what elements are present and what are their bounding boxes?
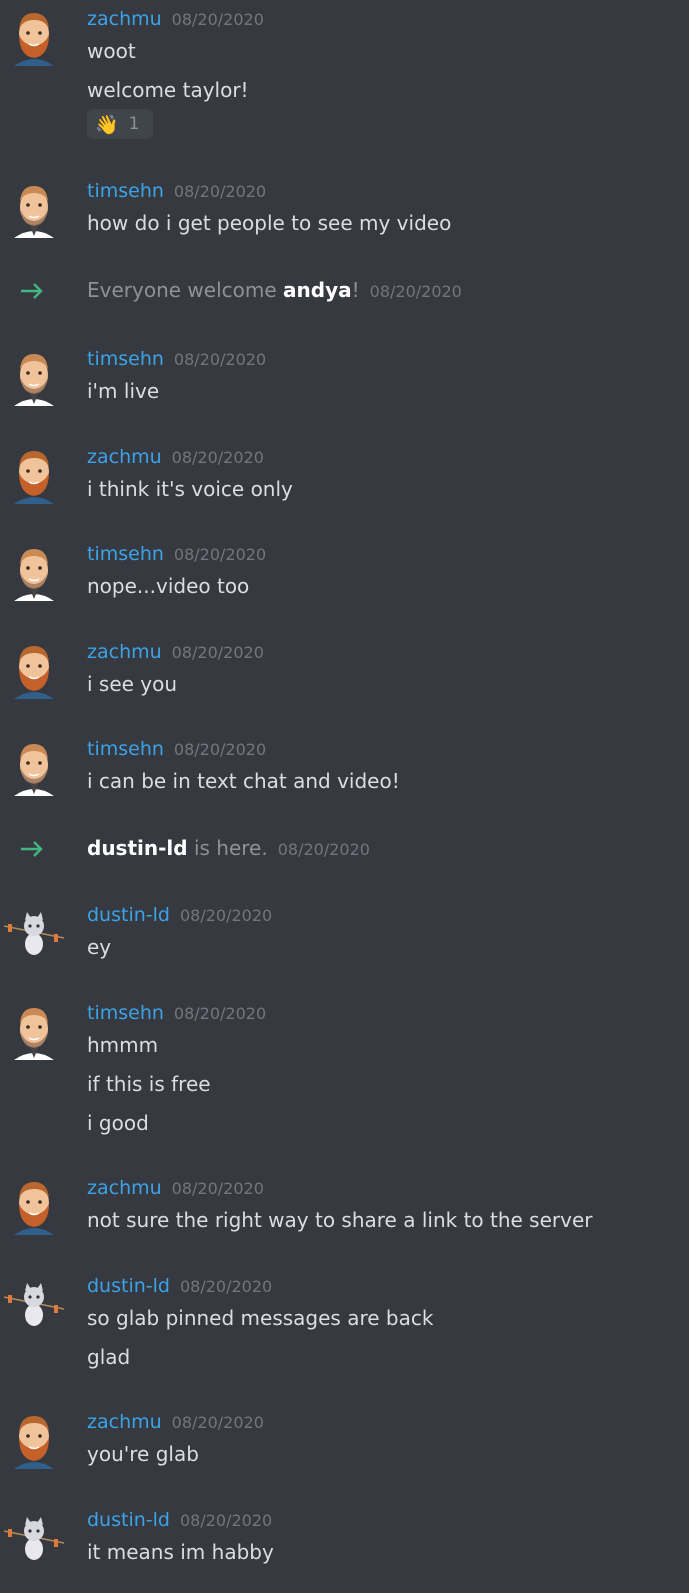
message-text: i think it's voice only	[87, 477, 293, 501]
reaction-count: 1	[128, 114, 140, 134]
bearded-man-icon	[14, 451, 54, 504]
message-text: glad	[87, 1345, 131, 1369]
timestamp: 08/20/2020	[173, 182, 267, 201]
timestamp: 08/20/2020	[173, 740, 267, 759]
timestamp: 08/20/2020	[171, 10, 264, 29]
reaction-button[interactable]: 👋 1	[87, 109, 153, 139]
man-icon	[14, 1008, 54, 1060]
avatar[interactable]	[10, 180, 58, 240]
avatar[interactable]	[10, 641, 58, 701]
message: zachmu 08/20/2020 i think it's voice only	[0, 446, 689, 506]
system-text: !	[351, 278, 360, 302]
username[interactable]: timsehn	[87, 543, 164, 565]
man-icon	[14, 549, 54, 601]
message: zachmu 08/20/2020 woot welcome taylor! 👋 …	[0, 8, 689, 143]
message: timsehn 08/20/2020 i'm live	[0, 348, 689, 408]
username[interactable]: dustin-ld	[87, 1275, 170, 1297]
system-message: dustin-ld is here. 08/20/2020	[0, 836, 689, 866]
timestamp: 08/20/2020	[171, 1179, 264, 1198]
join-arrow-icon	[21, 841, 43, 857]
timestamp: 08/20/2020	[179, 1511, 273, 1530]
timestamp: 08/20/2020	[173, 350, 267, 369]
message-text: it means im habby	[87, 1540, 274, 1564]
message: zachmu 08/20/2020 you're glab	[0, 1411, 689, 1471]
message-text: you're glab	[87, 1442, 199, 1466]
message-text: not sure the right way to share a link t…	[87, 1208, 593, 1232]
message: timsehn 08/20/2020 i can be in text chat …	[0, 738, 689, 798]
username[interactable]: zachmu	[87, 1177, 162, 1199]
username[interactable]: zachmu	[87, 8, 162, 30]
cat-icon	[3, 912, 65, 955]
message-text: welcome taylor!	[87, 78, 249, 102]
cat-icon	[3, 1283, 65, 1326]
message-text: if this is free	[87, 1072, 211, 1096]
timestamp: 08/20/2020	[277, 840, 370, 859]
message: dustin-ld 08/20/2020 ey	[0, 904, 689, 964]
avatar[interactable]	[10, 738, 58, 798]
username[interactable]: zachmu	[87, 446, 162, 468]
timestamp: 08/20/2020	[173, 1004, 267, 1023]
message-text: i'm live	[87, 379, 160, 403]
username[interactable]: timsehn	[87, 738, 164, 760]
bearded-man-icon	[14, 1416, 54, 1469]
avatar[interactable]	[10, 1411, 58, 1471]
timestamp: 08/20/2020	[171, 643, 264, 662]
message-text: ey	[87, 935, 112, 959]
timestamp: 08/20/2020	[171, 1413, 264, 1432]
avatar[interactable]	[2, 904, 66, 964]
message-text: how do i get people to see my video	[87, 211, 452, 235]
system-message: Everyone welcome andya! 08/20/2020	[0, 278, 689, 308]
message-text: hmmm	[87, 1033, 159, 1057]
avatar[interactable]	[10, 1177, 58, 1237]
man-icon	[14, 186, 54, 238]
waving-hand-icon: 👋	[95, 113, 119, 136]
system-text: Everyone welcome	[87, 278, 284, 302]
message: zachmu 08/20/2020 not sure the right way …	[0, 1177, 689, 1237]
username[interactable]: dustin-ld	[87, 1509, 170, 1531]
username[interactable]: timsehn	[87, 348, 164, 370]
message: dustin-ld 08/20/2020 it means im habby	[0, 1509, 689, 1569]
join-arrow-icon	[21, 283, 43, 299]
man-icon	[14, 354, 54, 406]
message-text: i see you	[87, 672, 178, 696]
message-text: nope...video too	[87, 574, 250, 598]
message-text: i good	[87, 1111, 149, 1135]
avatar[interactable]	[10, 8, 58, 68]
timestamp: 08/20/2020	[171, 448, 264, 467]
bearded-man-icon	[14, 646, 54, 699]
timestamp: 08/20/2020	[369, 282, 462, 301]
bearded-man-icon	[14, 13, 54, 66]
cat-icon	[3, 1517, 65, 1560]
avatar[interactable]	[10, 446, 58, 506]
username[interactable]: zachmu	[87, 641, 162, 663]
avatar[interactable]	[10, 348, 58, 408]
username[interactable]: dustin-ld	[87, 904, 170, 926]
message: dustin-ld 08/20/2020 so glab pinned messa…	[0, 1275, 689, 1375]
timestamp: 08/20/2020	[173, 545, 267, 564]
username[interactable]: timsehn	[87, 1002, 164, 1024]
bearded-man-icon	[14, 1182, 54, 1235]
message: zachmu 08/20/2020 i see you	[0, 641, 689, 701]
system-username[interactable]: andya	[283, 278, 352, 302]
avatar[interactable]	[10, 1002, 58, 1062]
avatar[interactable]	[2, 1509, 66, 1569]
username[interactable]: timsehn	[87, 180, 164, 202]
avatar[interactable]	[2, 1275, 66, 1335]
avatar[interactable]	[10, 543, 58, 603]
timestamp: 08/20/2020	[179, 1277, 273, 1296]
chat-messages: zachmu 08/20/2020 woot welcome taylor! 👋 …	[0, 0, 689, 1593]
username[interactable]: zachmu	[87, 1411, 162, 1433]
message-text: so glab pinned messages are back	[87, 1306, 434, 1330]
message-text: i can be in text chat and video!	[87, 769, 400, 793]
message-text: woot	[87, 39, 136, 63]
message: timsehn 08/20/2020 hmmm if this is free i…	[0, 1002, 689, 1142]
timestamp: 08/20/2020	[179, 906, 273, 925]
system-username[interactable]: dustin-ld	[87, 836, 188, 860]
man-icon	[14, 744, 54, 796]
system-text: is here.	[187, 836, 268, 860]
message: timsehn 08/20/2020 how do i get people to…	[0, 180, 689, 240]
message: timsehn 08/20/2020 nope...video too	[0, 543, 689, 603]
